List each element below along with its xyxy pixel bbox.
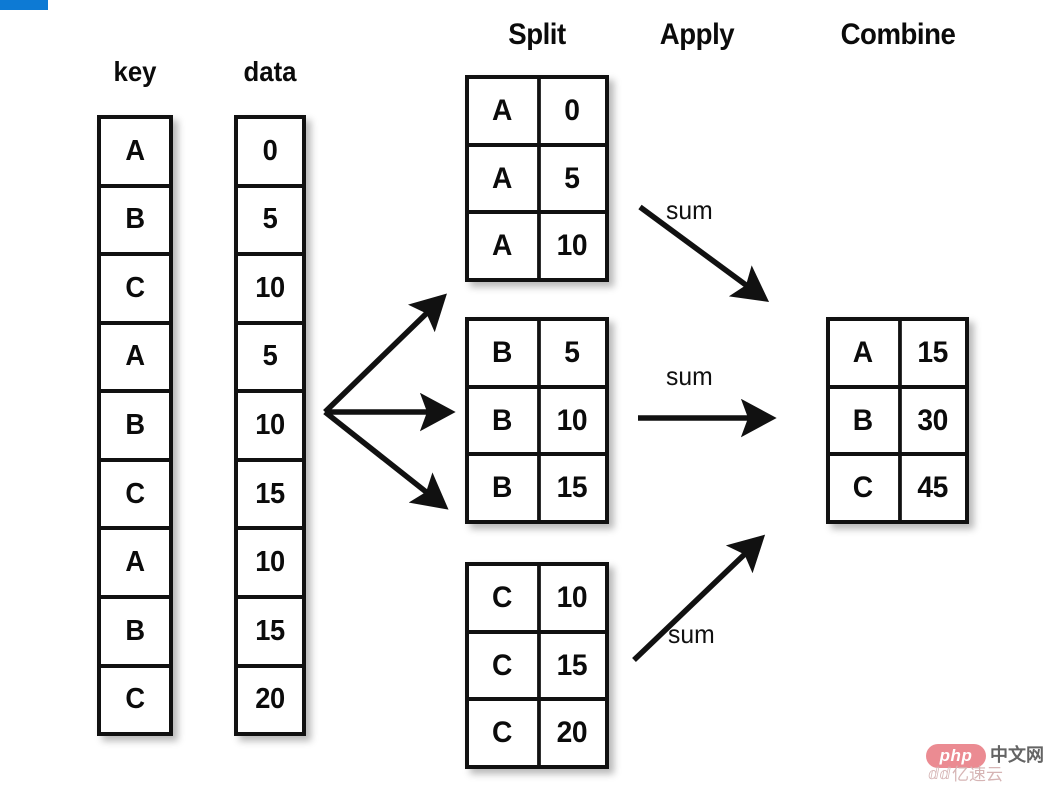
data-cell: 5 [537, 321, 603, 385]
table-row: 20 [238, 663, 302, 733]
key-cell: B [492, 403, 512, 437]
table-row: C 45 [830, 452, 965, 521]
key-cell: A [125, 134, 145, 167]
table-row: A [101, 119, 169, 184]
data-cell: 15 [255, 614, 285, 647]
table-row: B 10 [469, 384, 605, 453]
key-cell: C [852, 471, 873, 505]
table-row: A [101, 320, 169, 390]
table-row: B 15 [469, 452, 605, 521]
column-label-data: data [243, 56, 297, 87]
key-cell: A [125, 340, 145, 373]
data-cell: 5 [262, 203, 278, 236]
data-cell: 10 [537, 214, 603, 279]
combine-result-table: A 15 B 30 C 45 [826, 317, 969, 524]
watermark: php 中文网 ⅆⅆ 亿速云 [926, 742, 1044, 786]
table-row: B 5 [469, 321, 605, 385]
table-row: C [101, 252, 169, 321]
table-row: C 20 [469, 697, 605, 766]
table-row: B [101, 183, 169, 253]
table-row: 10 [238, 252, 302, 321]
table-row: C 15 [469, 629, 605, 698]
watermark-sub-name: 亿速云 [952, 765, 1003, 784]
column-label-key: key [113, 56, 157, 87]
accent-bar [0, 0, 48, 10]
data-cell: 10 [255, 271, 285, 304]
key-cell: C [125, 271, 145, 304]
key-cell: B [125, 614, 145, 647]
key-cell: A [492, 161, 512, 195]
table-row: 15 [238, 457, 302, 527]
table-row: B [101, 594, 169, 664]
key-column-table: A B C A B C A B C [97, 115, 173, 736]
data-cell: 20 [255, 683, 285, 716]
heading-split: Split [508, 18, 566, 51]
data-cell: 30 [897, 388, 963, 453]
data-cell: 15 [255, 477, 285, 510]
table-row: A 0 [469, 79, 605, 143]
data-cell: 15 [537, 633, 603, 698]
key-cell: B [125, 409, 145, 442]
data-cell: 0 [537, 79, 603, 143]
table-row: 5 [238, 183, 302, 253]
table-row: B [101, 389, 169, 458]
table-row: A 15 [830, 321, 965, 385]
apply-label-sum-b: sum [666, 361, 713, 391]
table-row: 5 [238, 320, 302, 390]
diagram-canvas: key data Split Apply Combine A B C A B C… [0, 0, 1051, 789]
key-cell: B [852, 403, 873, 437]
data-cell: 45 [897, 456, 963, 521]
table-row: C [101, 663, 169, 733]
table-row: C 10 [469, 566, 605, 630]
key-cell: C [492, 716, 512, 750]
data-cell: 10 [255, 409, 285, 442]
table-row: 10 [238, 389, 302, 458]
watermark-swirl-icon: ⅆⅆ [928, 766, 951, 783]
data-column-table: 0 5 10 5 10 15 10 15 20 [234, 115, 306, 736]
split-group-c-table: C 10 C 15 C 20 [465, 562, 609, 769]
key-cell: B [492, 335, 512, 369]
table-row: 0 [238, 119, 302, 184]
heading-combine: Combine [840, 18, 956, 51]
key-cell: C [492, 648, 512, 682]
split-arrow-down [323, 409, 449, 510]
key-cell: B [492, 471, 512, 505]
key-cell: A [492, 229, 512, 263]
apply-label-sum-a: sum [666, 195, 713, 225]
data-cell: 20 [537, 701, 603, 766]
split-group-a-table: A 0 A 5 A 10 [465, 75, 609, 282]
data-cell: 5 [262, 340, 278, 373]
key-cell: A [492, 93, 512, 127]
apply-label-sum-c: sum [668, 619, 715, 649]
key-cell: C [125, 477, 145, 510]
data-cell: 10 [537, 388, 603, 453]
split-group-b-table: B 5 B 10 B 15 [465, 317, 609, 524]
table-row: A 5 [469, 142, 605, 211]
key-cell: A [125, 546, 145, 579]
data-cell: 15 [897, 321, 963, 385]
data-cell: 5 [537, 146, 603, 211]
key-cell: C [492, 580, 512, 614]
key-cell: C [125, 683, 145, 716]
data-cell: 0 [262, 134, 278, 167]
table-row: A [101, 526, 169, 595]
table-row: C [101, 457, 169, 527]
heading-apply: Apply [659, 18, 735, 51]
split-arrow-up [323, 293, 447, 414]
key-cell: A [852, 335, 873, 369]
table-row: A 10 [469, 210, 605, 279]
watermark-site-name: 中文网 [990, 745, 1044, 765]
table-row: 15 [238, 594, 302, 664]
table-row: B 30 [830, 384, 965, 453]
table-row: 10 [238, 526, 302, 595]
data-cell: 10 [255, 546, 285, 579]
data-cell: 15 [537, 456, 603, 521]
key-cell: B [125, 203, 145, 236]
data-cell: 10 [537, 566, 603, 630]
